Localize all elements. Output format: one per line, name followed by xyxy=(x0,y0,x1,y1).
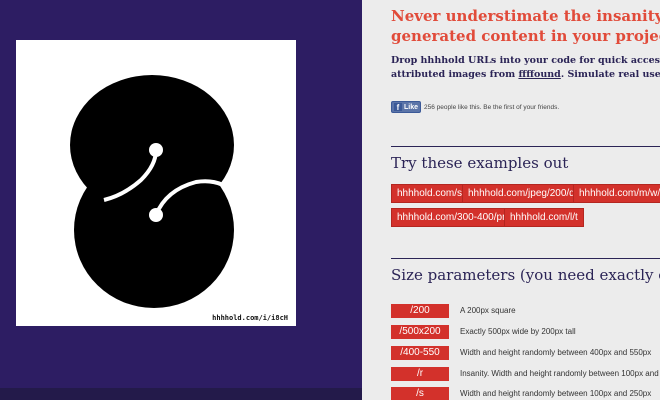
size-param-description: Width and height randomly between 100px … xyxy=(460,389,652,398)
facebook-icon: f xyxy=(394,103,402,112)
section-divider xyxy=(391,146,660,147)
example-link-3[interactable]: hhhhold.com/m/w/b xyxy=(573,184,660,203)
size-param-description: Width and height randomly between 400px … xyxy=(460,348,652,357)
size-param-row: /r Insanity. Width and height randomly b… xyxy=(391,366,659,381)
size-param-description: Exactly 500px wide by 200px tall xyxy=(460,327,576,336)
example-link-2[interactable]: hhhhold.com/jpeg/200/d xyxy=(462,184,581,203)
intro-text: Drop hhhhold URLs into your code for qui… xyxy=(391,54,660,82)
size-param-button[interactable]: /500x200 xyxy=(391,324,449,339)
right-panel: Never understimate the insanity of user … xyxy=(362,0,660,400)
size-param-description: Insanity. Width and height randomly betw… xyxy=(460,369,659,378)
intro-line-2-end: . Simulate real user content in xyxy=(560,69,660,80)
facebook-like-label: Like xyxy=(404,103,419,111)
section-divider xyxy=(391,258,660,259)
size-param-button[interactable]: /r xyxy=(391,366,449,381)
facebook-like-count: 256 people like this. Be the first of yo… xyxy=(424,103,560,111)
size-param-row: /400-550 Width and height randomly betwe… xyxy=(391,345,651,360)
example-link-4[interactable]: hhhhold.com/300-400/png xyxy=(391,208,520,227)
size-param-button[interactable]: /s xyxy=(391,386,449,400)
placeholder-image xyxy=(70,75,238,308)
headline-line-1: Never understimate the insanity of user xyxy=(391,7,660,25)
size-param-button[interactable]: /400-550 xyxy=(391,345,449,360)
size-param-button[interactable]: /200 xyxy=(391,303,449,318)
size-param-description: A 200px square xyxy=(460,306,516,315)
example-link-1[interactable]: hhhhold.com/s xyxy=(391,184,469,203)
ffffound-link[interactable]: ffffound xyxy=(518,69,560,80)
headline-line-2: generated content in your projects again xyxy=(391,27,660,45)
left-panel: hhhhold.com/i/i8cH xyxy=(0,0,362,400)
example-link-5[interactable]: hhhhold.com/l/t xyxy=(504,208,584,227)
intro-line-2: attributed images from ffffound. Simulat… xyxy=(391,68,660,82)
facebook-like-widget: f Like 256 people like this. Be the firs… xyxy=(391,101,559,113)
facebook-like-button[interactable]: f Like xyxy=(391,101,422,113)
size-param-row: /s Width and height randomly between 100… xyxy=(391,386,651,400)
left-footer-strip xyxy=(0,388,362,400)
sizes-title: Size parameters (you need exactly one of… xyxy=(391,266,660,284)
image-caption: hhhhold.com/i/i8cH xyxy=(212,314,288,322)
intro-line-1: Drop hhhhold URLs into your code for qui… xyxy=(391,55,660,66)
size-param-row: /500x200 Exactly 500px wide by 200px tal… xyxy=(391,324,576,339)
size-param-row: /200 A 200px square xyxy=(391,303,516,318)
headline: Never understimate the insanity of user … xyxy=(391,6,660,46)
image-card[interactable]: hhhhold.com/i/i8cH xyxy=(16,40,296,326)
examples-title: Try these examples out xyxy=(391,154,569,172)
intro-line-2-start: attributed images from xyxy=(391,69,519,80)
